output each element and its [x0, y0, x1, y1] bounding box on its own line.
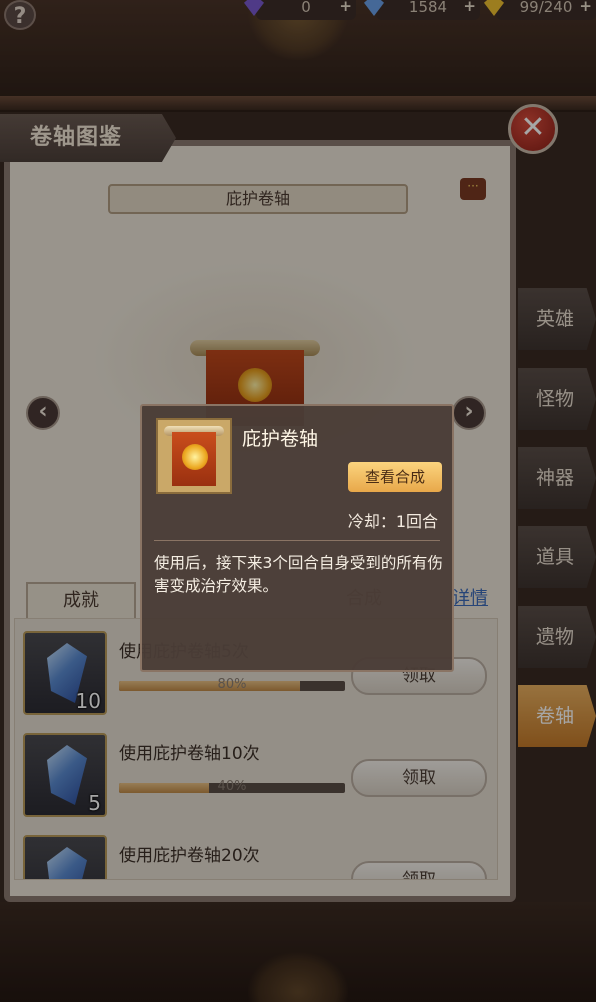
- scroll-icon-orb: [182, 444, 208, 470]
- view-synthesis-button[interactable]: 查看合成: [348, 462, 442, 492]
- divider: [154, 540, 440, 541]
- tooltip-title: 庇护卷轴: [242, 428, 319, 450]
- scroll-icon: [156, 418, 232, 494]
- cooldown-text: 冷却：1回合: [347, 512, 438, 531]
- tooltip-description: 使用后，接下来3个回合自身受到的所有伤害变成治疗效果。: [154, 554, 443, 595]
- scroll-tooltip: 庇护卷轴 查看合成 冷却：1回合 使用后，接下来3个回合自身受到的所有伤害变成治…: [140, 404, 454, 672]
